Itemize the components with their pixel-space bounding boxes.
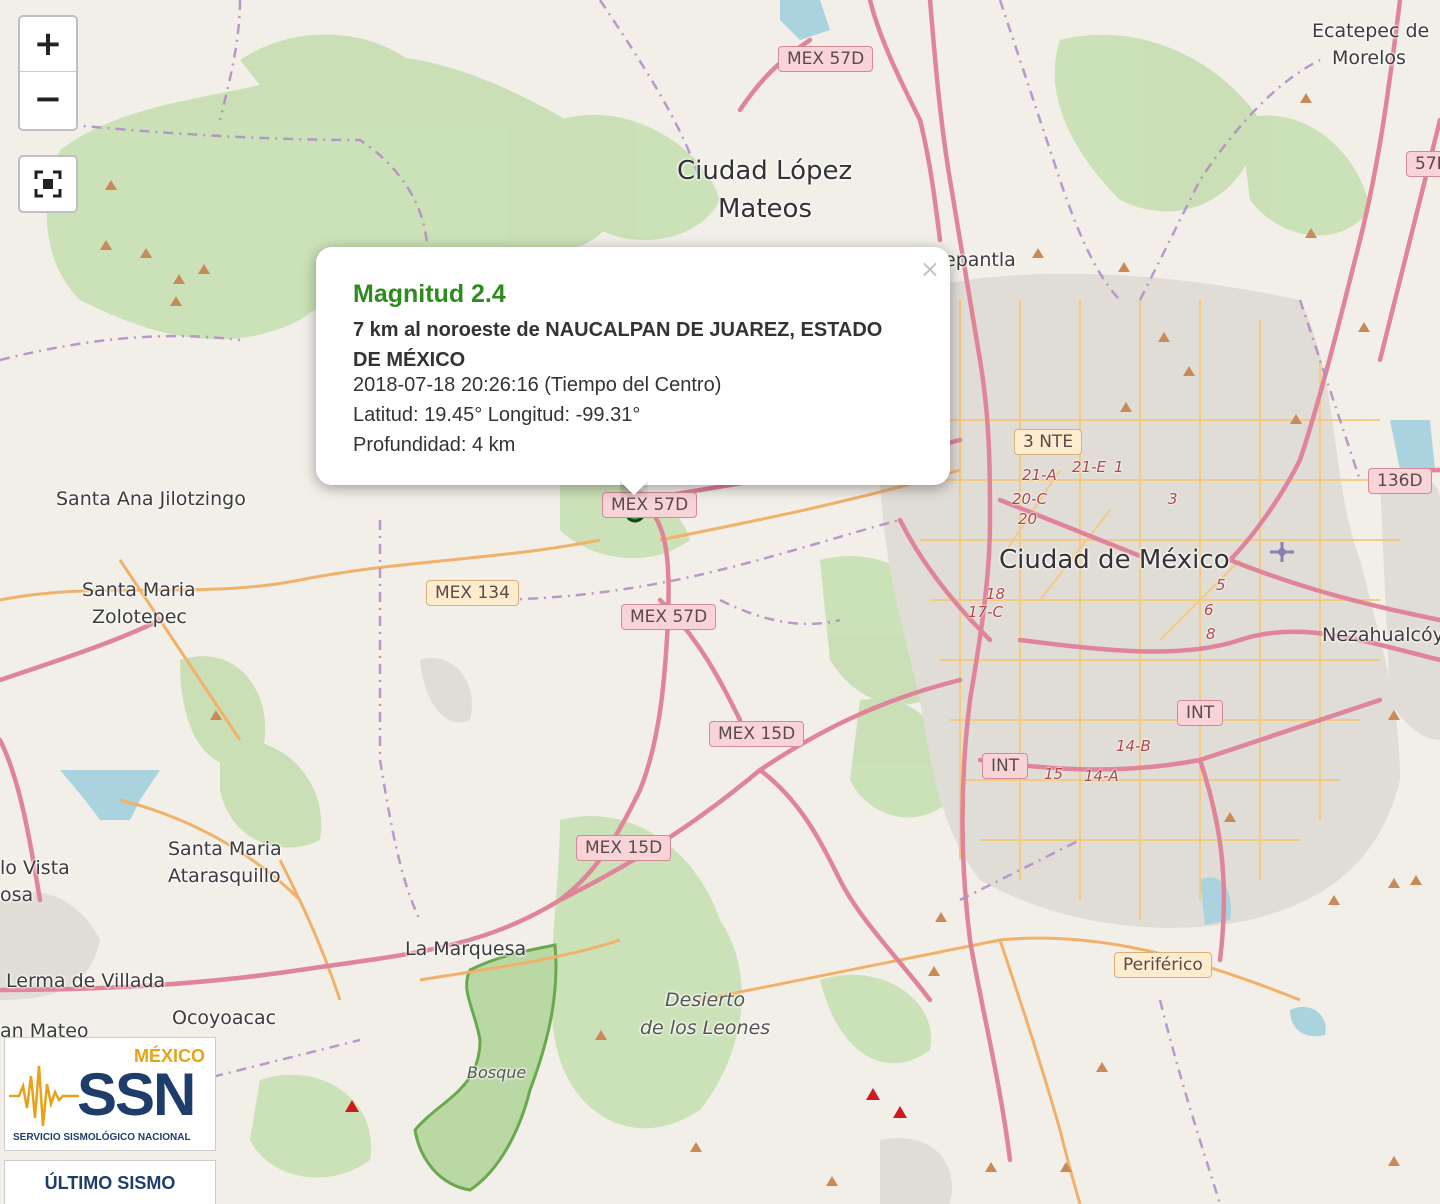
datetime-text: 2018-07-18 20:26:16 (Tiempo del Centro): [353, 374, 722, 396]
coordinates-text: Latitud: 19.45° Longitud: -99.31°: [353, 404, 641, 426]
logo-name: SERVICIO SISMOLÓGICO NACIONAL: [13, 1132, 191, 1143]
road-shield: MEX 57D: [602, 492, 698, 518]
route-number: 17-C: [968, 603, 1003, 621]
route-number: 20-C: [1012, 490, 1047, 508]
focus-target-icon: [34, 170, 62, 198]
zoom-control: + −: [18, 15, 78, 131]
place-label: Santa Maria: [82, 579, 196, 601]
road-shield: MEX 57D: [621, 604, 717, 630]
place-label: de los Leones: [640, 1017, 771, 1039]
route-number: 15: [1044, 765, 1064, 783]
zoom-out-button[interactable]: −: [20, 72, 76, 126]
route-number: 14-B: [1116, 737, 1151, 755]
route-number: 14-A: [1084, 767, 1119, 785]
magnitude-label: Magnitud 2.4: [353, 280, 506, 308]
road-shield: MEX 134: [426, 580, 519, 606]
close-icon[interactable]: ×: [920, 255, 940, 283]
road-shield: Periférico: [1114, 952, 1212, 978]
route-number: 6: [1204, 601, 1214, 619]
earthquake-popup: × Magnitud 2.4 7 km al noroeste de NAUCA…: [316, 247, 950, 485]
seismograph-icon: [9, 1065, 79, 1127]
place-label: lo Vista: [0, 857, 70, 879]
road-shield: MEX 57D: [778, 46, 874, 72]
place-label: Lerma de Villada: [6, 970, 166, 992]
place-label: Nezahualcóy: [1322, 624, 1440, 646]
road-shield: INT: [982, 753, 1029, 779]
place-label: Santa Ana Jilotzingo: [56, 488, 246, 510]
place-label: La Marquesa: [405, 938, 527, 960]
place-label: Zolotepec: [92, 606, 187, 628]
route-number: 8: [1206, 625, 1216, 643]
road-shield: 57D: [1406, 151, 1440, 177]
route-number: 21-E: [1072, 458, 1106, 476]
place-label: Ciudad López: [677, 156, 853, 186]
place-label: Mateos: [718, 194, 813, 224]
route-number: 20: [1018, 510, 1038, 528]
place-label: Bosque: [467, 1063, 527, 1082]
locate-control[interactable]: [18, 155, 78, 213]
road-shield: MEX 15D: [709, 721, 805, 747]
place-label: Ecatepec de: [1312, 20, 1430, 42]
route-number: 18: [986, 585, 1006, 603]
road-shield: INT: [1177, 700, 1224, 726]
place-label: Santa Maria: [168, 838, 282, 860]
place-label: epantla: [944, 249, 1016, 271]
place-label: Morelos: [1332, 47, 1406, 69]
road-shield: MEX 15D: [576, 835, 672, 861]
road-shield: 136D: [1368, 468, 1432, 494]
depth-text: Profundidad: 4 km: [353, 434, 516, 456]
popup-tip: [620, 481, 648, 497]
route-number: 1: [1114, 458, 1124, 476]
ssn-logo[interactable]: MÉXICO SSN SERVICIO SISMOLÓGICO NACIONAL: [4, 1037, 216, 1151]
ultimo-sismo-button[interactable]: ÚLTIMO SISMO: [4, 1160, 216, 1204]
place-label: osa: [0, 884, 34, 906]
logo-acronym: SSN: [77, 1061, 196, 1128]
locate-button[interactable]: [20, 157, 76, 211]
place-label: Ocoyoacac: [172, 1007, 277, 1029]
place-label: Atarasquillo: [168, 865, 281, 887]
place-label: Ciudad de México: [999, 545, 1230, 575]
route-number: 21-A: [1022, 466, 1057, 484]
location-text: 7 km al noroeste de NAUCALPAN DE JUAREZ,…: [353, 319, 883, 371]
route-number: 3: [1168, 490, 1178, 508]
zoom-in-button[interactable]: +: [20, 17, 76, 72]
route-number: 5: [1216, 576, 1226, 594]
place-label: Desierto: [665, 989, 746, 1011]
road-shield: 3 NTE: [1014, 429, 1083, 455]
